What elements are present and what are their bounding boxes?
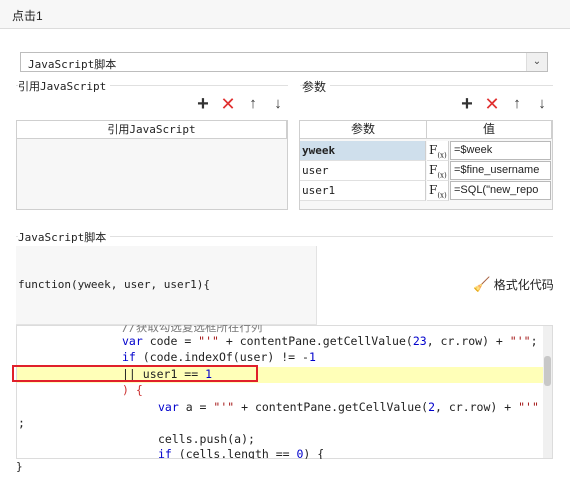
format-code-button[interactable]: 🧹 格式化代码 bbox=[473, 276, 554, 293]
script-type-value: JavaScript脚本 bbox=[28, 58, 117, 71]
code-line: ) { bbox=[122, 383, 143, 397]
highlight-box bbox=[12, 365, 258, 382]
param-row-name[interactable]: yweek bbox=[300, 141, 426, 161]
code-lines: //获取勾选复选框所在行列 var code = "'" + contentPa… bbox=[16, 325, 542, 459]
param-row-value[interactable]: =SQL("new_repo bbox=[450, 181, 551, 200]
formula-icon[interactable]: F(x) bbox=[427, 181, 449, 201]
window-title: 点击1 bbox=[12, 9, 43, 23]
param-row-value[interactable]: =$week bbox=[450, 141, 551, 160]
move-up-param-button[interactable]: ↑ bbox=[509, 96, 525, 112]
move-down-ref-js-button[interactable]: ↓ bbox=[270, 96, 286, 112]
params-header-name: 参数 bbox=[300, 121, 427, 139]
function-signature: function(yweek, user, user1){ bbox=[18, 278, 211, 291]
code-line: var code = "'" + contentPane.getCellValu… bbox=[122, 334, 538, 348]
move-up-ref-js-button[interactable]: ↑ bbox=[245, 96, 261, 112]
params-header-value: 值 bbox=[427, 121, 552, 139]
delete-ref-js-button[interactable]: ✕ bbox=[220, 95, 236, 113]
param-row-name[interactable]: user1 bbox=[300, 181, 426, 201]
ref-js-table[interactable]: 引用JavaScript bbox=[16, 120, 288, 210]
param-row-value[interactable]: =$fine_username bbox=[450, 161, 551, 180]
ref-js-group-label: 引用JavaScript bbox=[18, 78, 111, 94]
code-line: var a = "'" + contentPane.getCellValue(2… bbox=[158, 400, 539, 414]
params-group-label: 参数 bbox=[302, 78, 331, 95]
script-type-select[interactable]: JavaScript脚本 ⌄ bbox=[20, 52, 548, 72]
add-ref-js-button[interactable]: + bbox=[195, 94, 211, 114]
move-down-param-button[interactable]: ↓ bbox=[534, 96, 550, 112]
formula-icon[interactable]: F(x) bbox=[427, 141, 449, 161]
function-closing-brace: } bbox=[16, 460, 23, 473]
code-line: if (cells.length == 0) { bbox=[158, 447, 325, 459]
scrollbar-thumb[interactable] bbox=[544, 356, 551, 386]
code-line: if (code.indexOf(user) != -1 bbox=[122, 350, 316, 364]
brush-icon: 🧹 bbox=[473, 276, 491, 292]
vertical-scrollbar[interactable] bbox=[543, 326, 552, 458]
formula-icon[interactable]: F(x) bbox=[427, 161, 449, 181]
code-line: cells.push(a); bbox=[158, 432, 255, 446]
params-divider bbox=[300, 85, 553, 86]
script-group-label: JavaScript脚本 bbox=[18, 229, 111, 245]
param-row-name[interactable]: user bbox=[300, 161, 426, 181]
code-line: ; bbox=[18, 416, 25, 430]
format-code-label: 格式化代码 bbox=[493, 278, 554, 292]
delete-param-button[interactable]: ✕ bbox=[484, 95, 500, 113]
chevron-down-icon[interactable]: ⌄ bbox=[526, 53, 547, 71]
window-titlebar: 点击1 bbox=[0, 0, 570, 29]
ref-js-column-header: 引用JavaScript bbox=[17, 121, 287, 139]
add-param-button[interactable]: + bbox=[459, 94, 475, 114]
params-table[interactable]: 参数 值 yweek F(x) =$week user F(x) =$fine_… bbox=[299, 120, 553, 210]
